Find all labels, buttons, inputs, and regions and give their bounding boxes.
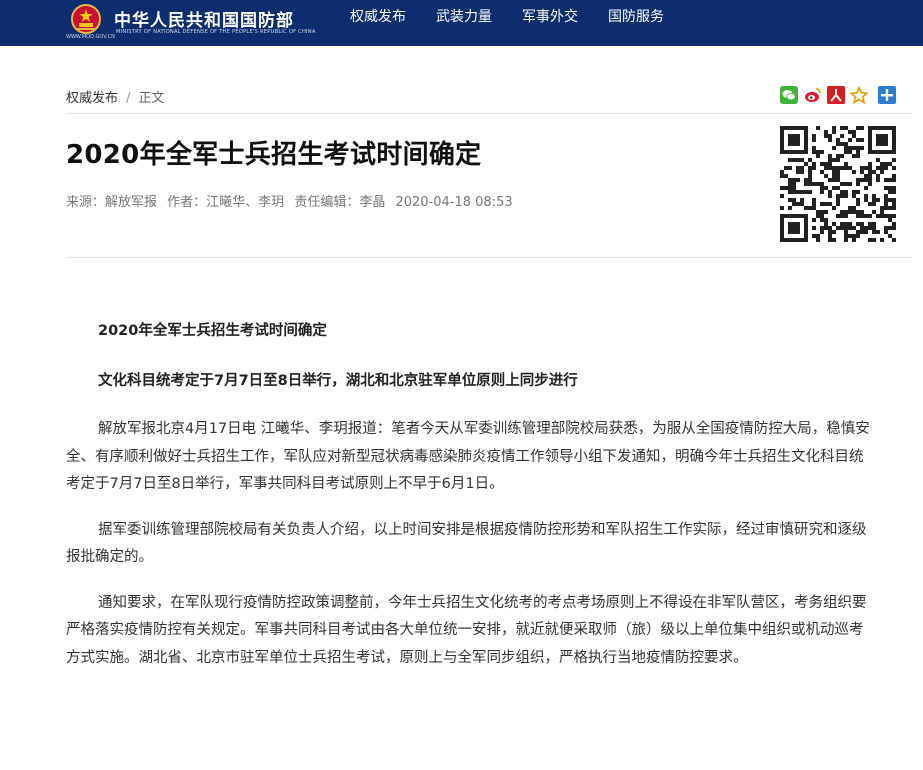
national-emblem-icon [71, 4, 101, 34]
divider [66, 113, 912, 114]
plus-icon[interactable] [878, 86, 896, 104]
article-date: 2020-04-18 08:53 [395, 195, 513, 210]
main-nav: 权威发布 武装力量 军事外交 国防服务 [336, 0, 679, 46]
site-name-cn: 中华人民共和国国防部 [114, 11, 294, 31]
weibo-icon[interactable] [804, 86, 822, 104]
breadcrumb: 权威发布 / 正文 [66, 87, 164, 106]
article-source: 来源：解放军报 [66, 195, 158, 210]
nav-item-military-diplomacy[interactable]: 军事外交 [507, 0, 593, 46]
site-name-en: MINISTRY OF NATIONAL DEFENSE OF THE PEOP… [116, 29, 316, 35]
site-url: WWW.MOD.GOV.CN [66, 34, 115, 40]
article-paragraph: 通知要求，在军队现行疫情防控政策调整前，今年士兵招生文化统考的考点考场原则上不得… [66, 594, 867, 666]
nav-item-defense-services[interactable]: 国防服务 [593, 0, 679, 46]
article-paragraph: 解放军报北京4月17日电 江曦华、李玥报道：笔者今天从军委训练管理部院校局获悉，… [66, 421, 870, 492]
article-author: 作者：江曦华、李玥 [167, 195, 285, 210]
article-editor: 责任编辑：李晶 [294, 195, 386, 210]
qr-code [780, 126, 896, 242]
wechat-icon[interactable] [780, 86, 798, 104]
nav-item-armed-forces[interactable]: 武装力量 [421, 0, 507, 46]
article-heading: 2020年全军士兵招生考试时间确定 [98, 323, 327, 339]
site-logo[interactable]: 中华人民共和国国防部 MINISTRY OF NATIONAL DEFENSE … [64, 4, 315, 42]
article-body: 2020年全军士兵招生考试时间确定 文化科目统考定于7月7日至8日举行，湖北和北… [66, 318, 870, 672]
star-icon[interactable] [850, 86, 868, 104]
breadcrumb-home-link[interactable]: 权威发布 [66, 91, 118, 106]
people-daily-icon[interactable] [827, 86, 845, 104]
article-paragraph: 据军委训练管理部院校局有关负责人介绍，以上时间安排是根据疫情防控形势和军队招生工… [66, 521, 867, 566]
breadcrumb-current: 正文 [138, 91, 165, 106]
article-subheading: 文化科目统考定于7月7日至8日举行，湖北和北京驻军单位原则上同步进行 [98, 373, 578, 389]
breadcrumb-separator: / [126, 91, 131, 106]
article-meta: 来源：解放军报 作者：江曦华、李玥 责任编辑：李晶 2020-04-18 08:… [66, 191, 519, 210]
divider [66, 257, 912, 258]
site-header: 中华人民共和国国防部 MINISTRY OF NATIONAL DEFENSE … [0, 0, 923, 46]
nav-item-authoritative-release[interactable]: 权威发布 [336, 0, 421, 46]
article-title: 2020年全军士兵招生考试时间确定 [66, 140, 482, 170]
